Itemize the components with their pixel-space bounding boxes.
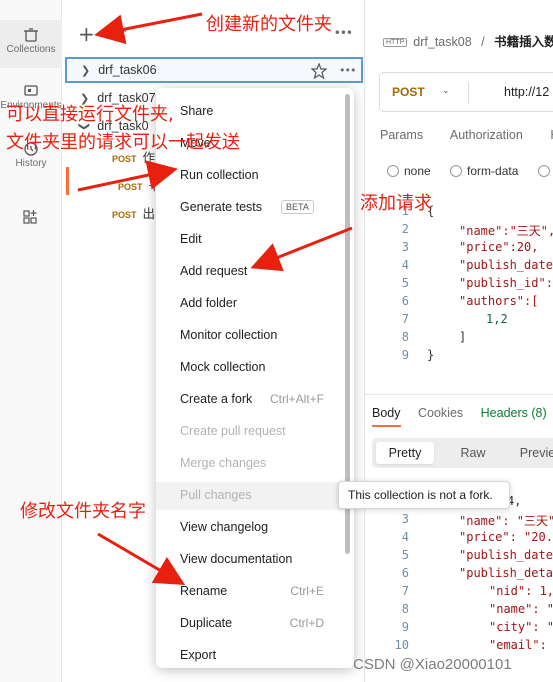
arrow-to-plus: [94, 12, 203, 45]
arrow-to-run-collection: [77, 160, 178, 192]
arrow-to-add-request: [250, 226, 353, 272]
watermark: CSDN @Xiao20000101: [353, 656, 512, 673]
arrow-to-rename: [97, 532, 186, 586]
annotation-arrows: [77, 12, 353, 586]
